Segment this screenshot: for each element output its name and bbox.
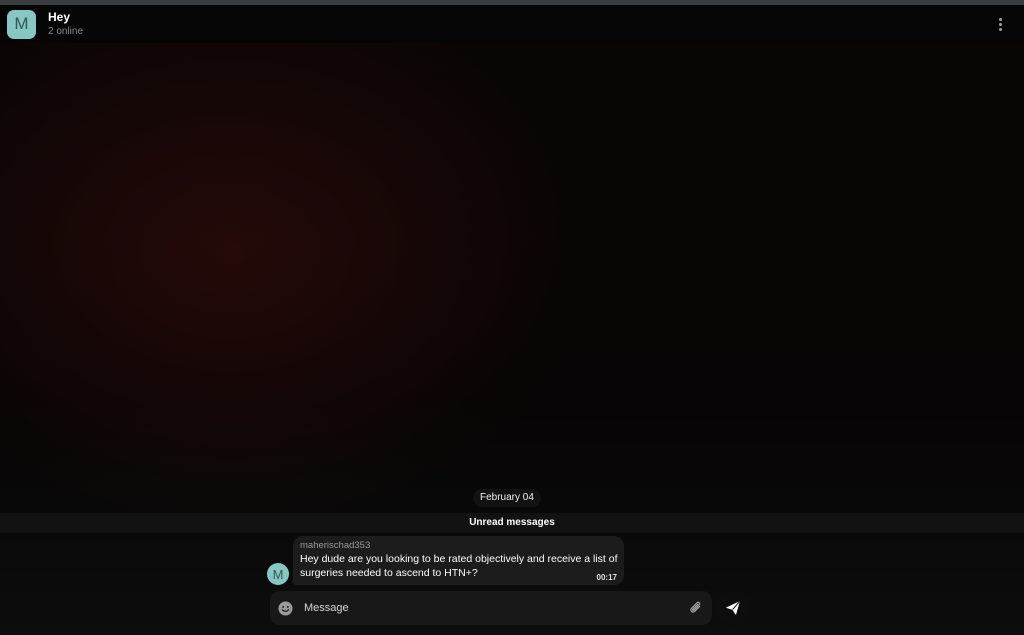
- chat-header-info[interactable]: Hey 2 online: [48, 10, 83, 38]
- more-vertical-icon[interactable]: [992, 16, 1008, 32]
- smile-icon[interactable]: [278, 600, 293, 616]
- message-text: Hey dude are you looking to be rated obj…: [300, 553, 618, 579]
- message-author[interactable]: maherischad353: [300, 540, 617, 552]
- chat-header: M Hey 2 online: [0, 5, 1024, 43]
- message-time: 00:17: [596, 573, 617, 582]
- date-separator: February 04: [473, 489, 541, 507]
- message-bubble[interactable]: maherischad353 Hey dude are you looking …: [293, 536, 624, 585]
- paper-plane-icon: [726, 601, 740, 615]
- message-avatar[interactable]: M: [267, 563, 289, 585]
- paperclip-icon[interactable]: [688, 600, 704, 616]
- chat-avatar[interactable]: M: [7, 9, 36, 39]
- unread-messages-divider: Unread messages: [0, 513, 1024, 533]
- send-button[interactable]: [716, 591, 750, 625]
- message-input[interactable]: [302, 597, 676, 619]
- chat-status: 2 online: [48, 26, 84, 37]
- message-composer: [270, 591, 712, 625]
- chat-title: Hey: [48, 10, 71, 24]
